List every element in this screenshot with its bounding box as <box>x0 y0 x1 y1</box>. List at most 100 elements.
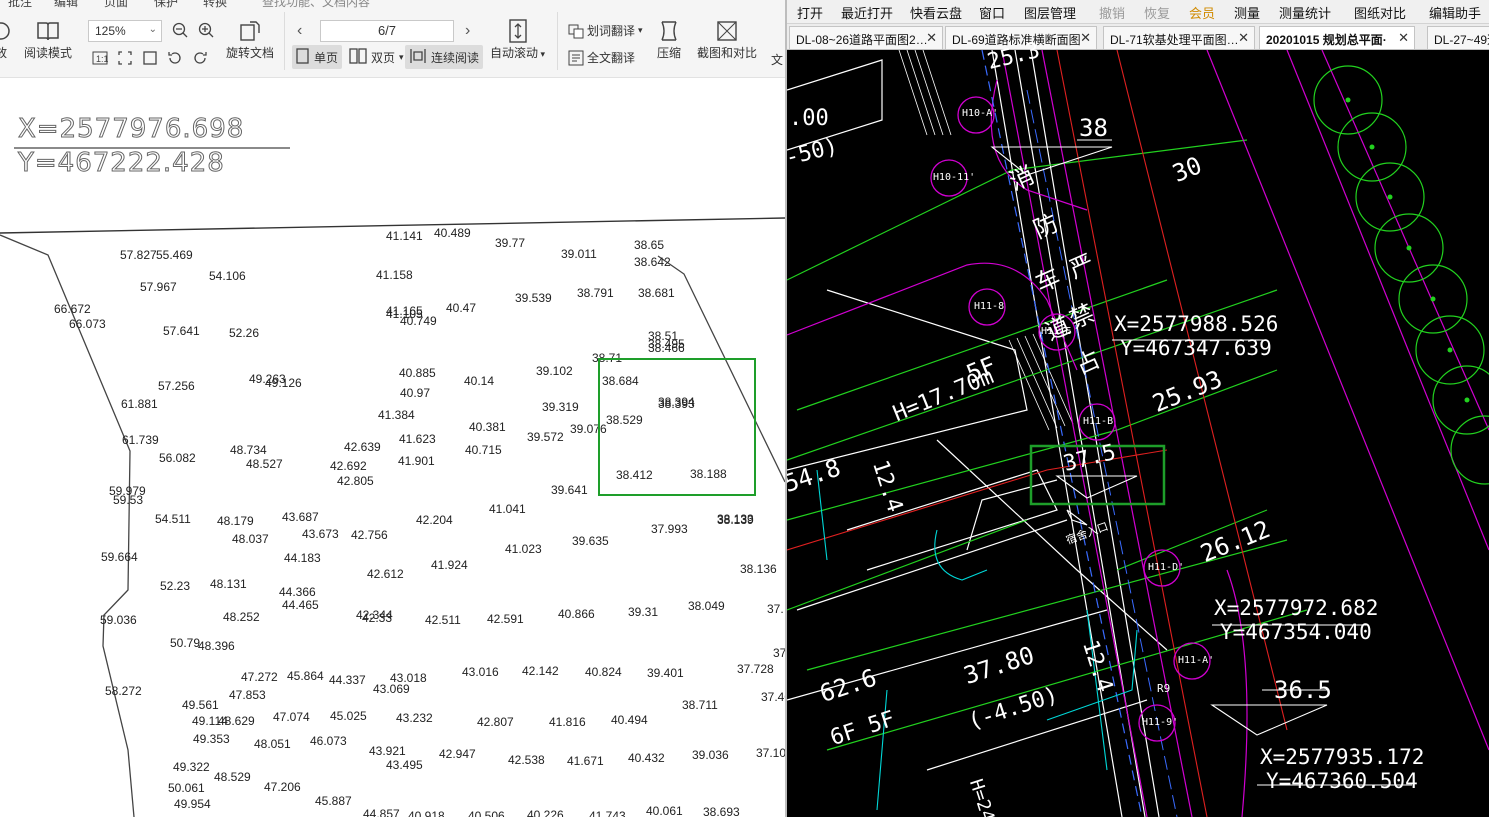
pdf-document-page: X=2577976.698 Y=467222.428 41.141 40.489 3… <box>0 78 785 817</box>
tab-drawing-1[interactable]: DL-08~26道路平面图2… ✕ <box>789 26 943 49</box>
elevation-value: 41.816 <box>549 715 586 729</box>
close-icon[interactable]: ✕ <box>1398 30 1409 46</box>
hydrant-label: H11-B <box>1083 416 1114 427</box>
elevation-value: 41.924 <box>431 558 468 572</box>
full-translate-icon <box>568 50 584 66</box>
cad-viewer-window: 打开 最近打开 快看云盘 窗口 图层管理 撤销 恢复 会员 测量 测量统计 图纸… <box>787 0 1489 817</box>
elevation-value: 47.853 <box>229 688 266 702</box>
screenshot-icon <box>714 18 740 44</box>
single-page-button[interactable]: 单页 <box>292 45 343 69</box>
fit-page-button[interactable] <box>117 50 133 66</box>
menu-cloud[interactable]: 快看云盘 <box>910 3 962 22</box>
elevation-value: 42.756 <box>351 528 388 542</box>
rotate-right-button[interactable] <box>192 50 208 66</box>
tab-drawing-3[interactable]: DL-71软基处理平面图… ✕ <box>1103 26 1255 49</box>
close-icon[interactable]: ✕ <box>926 30 937 46</box>
elevation-value: 38.65 <box>634 238 665 252</box>
elevation-value: 43.921 <box>369 744 406 758</box>
double-page-button[interactable]: 双页 ▾ <box>345 45 408 69</box>
zoom-level-select[interactable]: 125% ⌄ <box>88 20 162 42</box>
menu-recent[interactable]: 最近打开 <box>841 3 893 22</box>
elevation-value: 40.885 <box>399 366 436 380</box>
menu-layers[interactable]: 图层管理 <box>1024 3 1076 22</box>
tab-drawing-5[interactable]: DL-27~49道 <box>1427 26 1489 49</box>
cad-drawing-lines <box>787 49 1489 817</box>
toolbar-divider <box>284 12 285 70</box>
menu-protect[interactable]: 保护 <box>154 0 178 10</box>
continuous-reading-button[interactable]: 连续阅读 <box>405 45 484 69</box>
zoom-button[interactable]: 放 <box>0 18 14 61</box>
elevation-value: 39.319 <box>542 400 579 414</box>
radius-label: R9 <box>1157 682 1171 695</box>
close-icon[interactable]: ✕ <box>1080 30 1091 46</box>
cad-drawing-canvas[interactable]: 38 30 25.93 26.12 36.5 37.5 37.80 (-4.50… <box>787 38 1489 817</box>
reading-mode-button[interactable]: 阅读模式 <box>24 18 72 61</box>
zoom-out-button[interactable] <box>172 22 188 38</box>
elevation-value: 48.527 <box>246 457 283 471</box>
elevation-value: 57.641 <box>163 324 200 338</box>
elevation-value: 41.901 <box>398 454 435 468</box>
screenshot-compare-button[interactable]: 截图和对比 <box>697 18 757 61</box>
elevation-value: 42.33 <box>362 611 393 625</box>
rotate-document-button[interactable]: 旋转文档 <box>226 18 274 61</box>
elevation-value: 57.827 <box>120 248 157 262</box>
actual-size-button[interactable]: 1:1 <box>92 50 108 66</box>
elevation-value: 59.036 <box>100 613 137 627</box>
word-translate-button[interactable]: 划词翻译 ▾ <box>568 22 643 39</box>
full-translate-button[interactable]: 全文翻译 <box>568 49 635 66</box>
elevation-value: 57.256 <box>158 379 195 393</box>
function-search-input[interactable]: 查找功能、文档内容 <box>262 0 370 10</box>
elevation-value: 40.715 <box>465 443 502 457</box>
cad-dim-00: .00 <box>789 106 829 131</box>
next-page-button[interactable]: › <box>465 22 470 40</box>
prev-page-button[interactable]: ‹ <box>297 22 302 40</box>
menu-page[interactable]: 页面 <box>104 0 128 10</box>
menu-window[interactable]: 窗口 <box>979 3 1005 22</box>
menu-convert[interactable]: 转换 <box>203 0 227 10</box>
coordinate-y-label: Y=467222.428 <box>18 148 225 179</box>
elevation-value: 61.739 <box>122 433 159 447</box>
menu-edit[interactable]: 编辑 <box>54 0 78 10</box>
cad-coord-2-x: X=2577972.682 <box>1214 596 1379 620</box>
elevation-value: 59.664 <box>101 550 138 564</box>
menu-drawing-compare[interactable]: 图纸对比 <box>1354 3 1406 22</box>
hydrant-label: H11-A' <box>1178 655 1215 666</box>
menu-open[interactable]: 打开 <box>797 3 823 22</box>
compress-button[interactable]: 压缩 <box>656 18 682 61</box>
menu-vip[interactable]: 会员 <box>1189 3 1215 22</box>
elevation-value: 49.322 <box>173 760 210 774</box>
close-icon[interactable]: ✕ <box>1238 30 1249 46</box>
elevation-value: 38.136 <box>740 562 777 576</box>
cad-coord-3-x: X=2577935.172 <box>1260 745 1425 769</box>
text-tool-button[interactable]: 文 <box>771 51 783 68</box>
elevation-value: 48.051 <box>254 737 291 751</box>
hydrant-label: H10-11' <box>933 172 976 183</box>
zoom-in-button[interactable] <box>198 22 214 38</box>
elevation-value: 38.466 <box>648 341 685 355</box>
caret-down-icon: ▾ <box>399 51 404 62</box>
auto-scroll-icon <box>505 18 531 44</box>
menu-redo[interactable]: 恢复 <box>1144 3 1170 22</box>
menu-undo[interactable]: 撤销 <box>1099 3 1125 22</box>
elevation-value: 49.126 <box>265 376 302 390</box>
elevation-value: 42.612 <box>367 567 404 581</box>
auto-scroll-button[interactable]: 自动滚动 ▾ <box>490 18 545 61</box>
hydrant-label: H11-9' <box>1142 717 1179 728</box>
menu-edit-assistant[interactable]: 编辑助手 <box>1429 3 1481 22</box>
elevation-value: 54.511 <box>155 512 191 526</box>
rotate-left-button[interactable] <box>167 50 183 66</box>
elevation-value: 37. <box>767 602 784 616</box>
continuous-icon <box>409 48 427 67</box>
elevation-value: 66.073 <box>69 317 106 331</box>
elevation-value: 39.539 <box>515 291 552 305</box>
coordinate-x-label: X=2577976.698 <box>17 114 245 145</box>
menu-measure[interactable]: 测量 <box>1234 3 1260 22</box>
elevation-value: 42.204 <box>416 513 453 527</box>
menu-annotate[interactable]: 批注 <box>8 0 32 10</box>
menu-measure-stats[interactable]: 测量统计 <box>1279 3 1331 22</box>
fit-width-button[interactable] <box>142 50 158 66</box>
elevation-value: 38.681 <box>638 286 675 300</box>
tab-drawing-4-active[interactable]: 20201015 规划总平面· ✕ <box>1259 26 1415 49</box>
elevation-value: 39.036 <box>692 748 729 762</box>
page-number-input[interactable]: 6/7 <box>320 20 454 42</box>
